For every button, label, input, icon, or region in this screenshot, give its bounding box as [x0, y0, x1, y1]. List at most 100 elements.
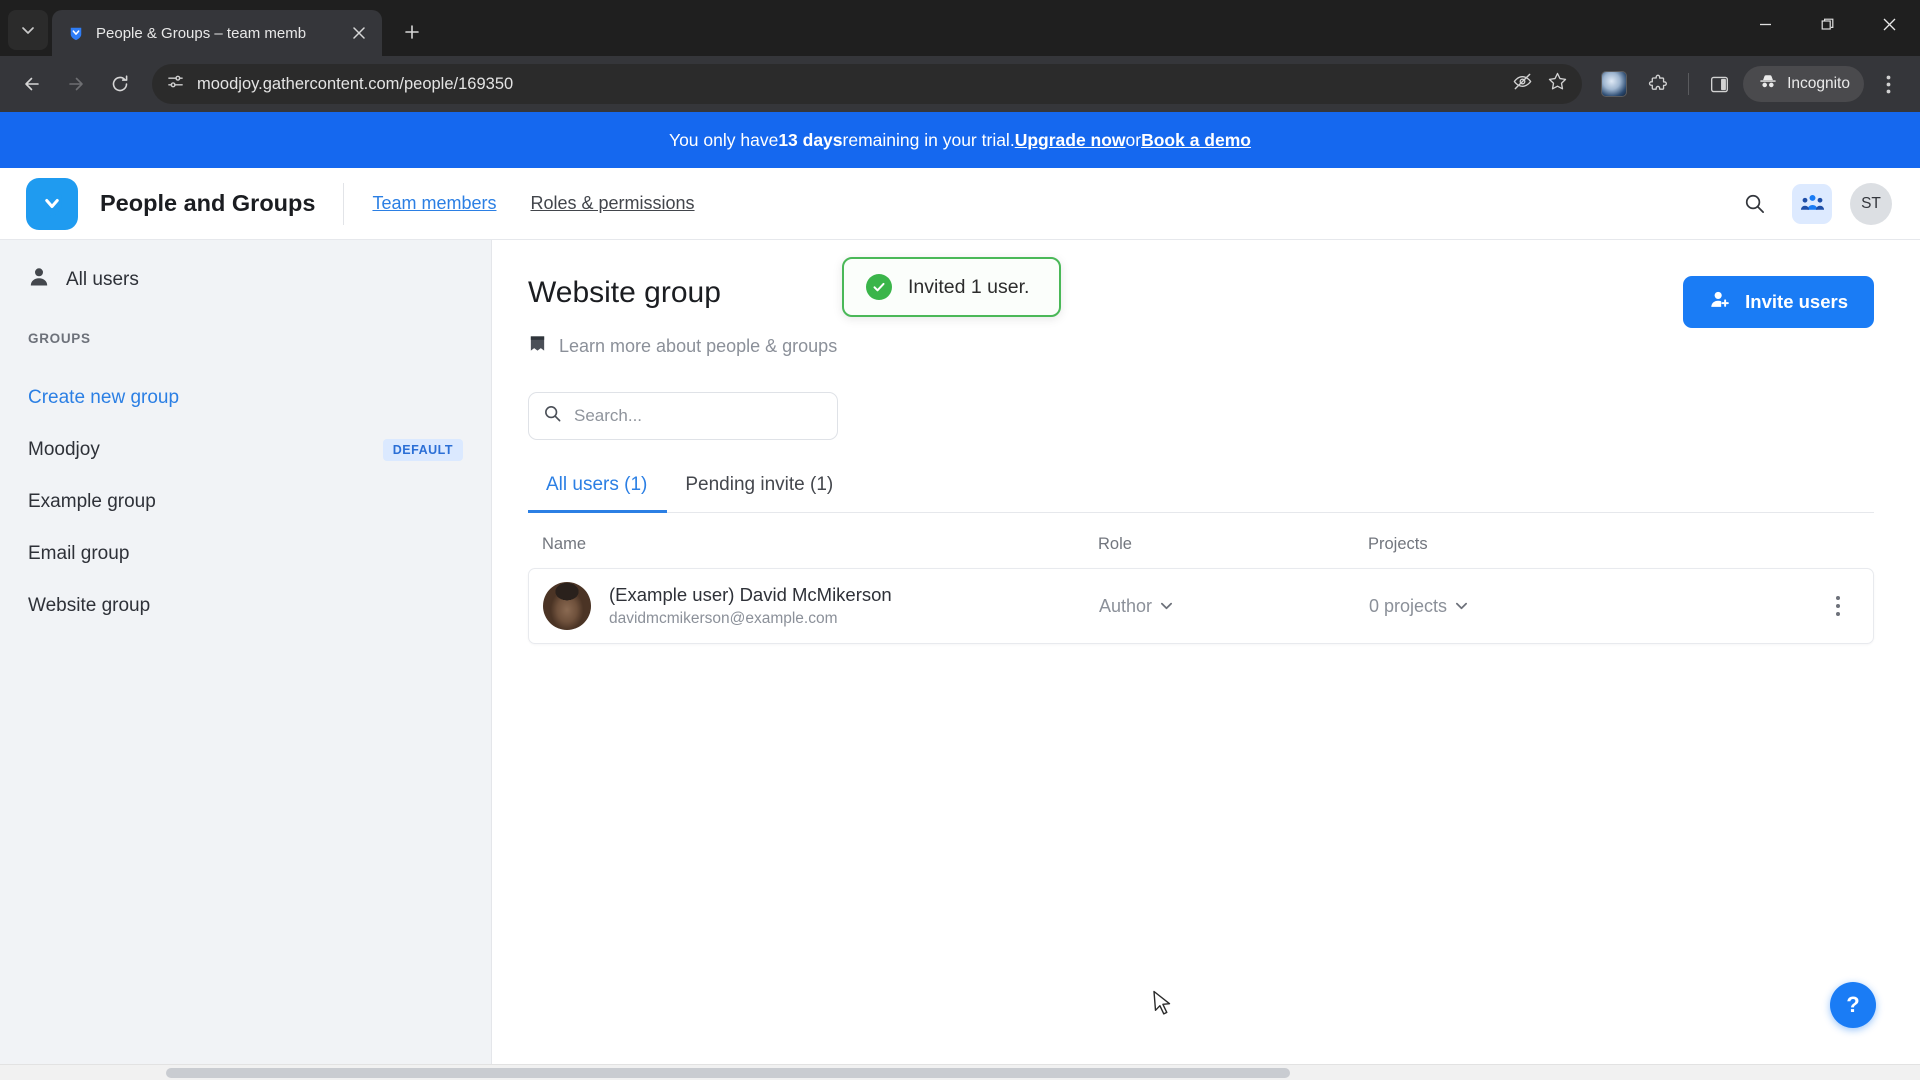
- sidebar-item-email-group[interactable]: Email group: [28, 528, 463, 580]
- sidebar-item-example-group[interactable]: Example group: [28, 476, 463, 528]
- sidebar-groups-heading: GROUPS: [28, 331, 91, 346]
- window-close-icon[interactable]: [1858, 0, 1920, 48]
- kebab-menu-icon[interactable]: [1823, 596, 1853, 616]
- trial-text-before: You only have: [669, 129, 779, 150]
- gathercontent-logo-icon[interactable]: [26, 177, 78, 230]
- site-settings-icon[interactable]: [166, 72, 185, 96]
- chevron-down-icon: [22, 27, 34, 34]
- success-check-icon: [866, 274, 892, 300]
- role-value: Author: [1099, 595, 1153, 616]
- main-header-text: Website group Learn more about people & …: [528, 276, 837, 358]
- back-arrow-icon[interactable]: [12, 64, 52, 104]
- add-person-icon: [1709, 289, 1731, 316]
- trial-days: 13 days: [778, 129, 843, 150]
- column-header-name: Name: [542, 535, 587, 553]
- eye-slash-icon[interactable]: [1512, 71, 1533, 97]
- maximize-icon[interactable]: [1796, 0, 1858, 48]
- nav-team-members[interactable]: Team members: [372, 193, 496, 214]
- window-controls: [1734, 0, 1920, 48]
- sidebar: All users GROUPS Create new group Moodjo…: [0, 240, 492, 1080]
- browser-tab[interactable]: People & Groups – team memb: [52, 10, 382, 56]
- forward-arrow-icon: [56, 64, 96, 104]
- page-title-brand: People and Groups: [100, 190, 316, 216]
- profile-avatar: [1601, 71, 1628, 97]
- book-icon: [528, 334, 547, 358]
- header-actions: ST: [1734, 182, 1892, 225]
- incognito-indicator[interactable]: Incognito: [1743, 66, 1864, 102]
- people-group-icon[interactable]: [1792, 183, 1832, 224]
- sidebar-item-website-group[interactable]: Website group: [28, 580, 463, 632]
- close-icon[interactable]: [346, 20, 372, 46]
- new-tab-button[interactable]: [392, 12, 432, 52]
- horizontal-scrollbar[interactable]: [0, 1064, 1920, 1080]
- profile-avatar-icon[interactable]: [1594, 64, 1634, 104]
- sidebar-group-label: Website group: [28, 595, 151, 616]
- search-icon[interactable]: [1734, 184, 1774, 224]
- status-badge: DEFAULT: [382, 439, 463, 461]
- search-input-wrapper[interactable]: [528, 392, 838, 440]
- content-tabs: All users (1) Pending invite (1): [528, 474, 1874, 513]
- browser-toolbar: moodjoy.gathercontent.com/people/169350: [0, 56, 1920, 112]
- header-nav: Team members Roles & permissions: [372, 193, 694, 214]
- page-title: Website group: [528, 276, 721, 309]
- toast-message: Invited 1 user.: [908, 275, 1030, 298]
- user-email: davidmcmikerson@example.com: [609, 610, 838, 627]
- minimize-icon[interactable]: [1734, 0, 1796, 48]
- role-dropdown[interactable]: Author: [1099, 596, 1369, 617]
- main-header: Website group Learn more about people & …: [528, 276, 1874, 358]
- trial-text-after: remaining in your trial.: [842, 129, 1015, 150]
- nav-roles-permissions[interactable]: Roles & permissions: [530, 193, 694, 214]
- browser-tab-title: People & Groups – team memb: [96, 24, 307, 42]
- address-bar[interactable]: moodjoy.gathercontent.com/people/169350: [152, 64, 1583, 104]
- upgrade-now-link[interactable]: Upgrade now: [1015, 130, 1126, 151]
- extensions-puzzle-icon[interactable]: [1638, 64, 1678, 104]
- table-row[interactable]: (Example user) David McMikerson davidmcm…: [528, 568, 1874, 644]
- sidebar-group-label: Example group: [28, 491, 156, 512]
- incognito-hat-icon: [1757, 71, 1779, 98]
- toast-notification: Invited 1 user.: [842, 257, 1062, 317]
- person-icon: [28, 266, 50, 293]
- reload-icon[interactable]: [100, 64, 140, 104]
- star-icon[interactable]: [1547, 71, 1568, 97]
- chevron-down-icon: [1160, 596, 1173, 617]
- column-header-role: Role: [1098, 535, 1132, 553]
- incognito-label: Incognito: [1787, 75, 1850, 92]
- chevron-down-icon: [1455, 596, 1468, 617]
- search-input[interactable]: [574, 406, 823, 426]
- toolbar-divider: [1688, 73, 1690, 95]
- trial-banner: You only have 13 days remaining in your …: [0, 112, 1920, 168]
- book-a-demo-link[interactable]: Book a demo: [1141, 130, 1251, 151]
- sidebar-item-create-new-group[interactable]: Create new group: [28, 372, 463, 424]
- learn-more-label: Learn more about people & groups: [559, 335, 838, 356]
- projects-value: 0 projects: [1369, 595, 1448, 616]
- scrollbar-thumb[interactable]: [166, 1068, 1290, 1078]
- sidebar-group-label: Moodjoy: [28, 439, 100, 460]
- main-content: Website group Learn more about people & …: [492, 240, 1920, 1080]
- browser-window: People & Groups – team memb moodjoy.gath…: [0, 0, 1920, 1080]
- page-body: All users GROUPS Create new group Moodjo…: [0, 240, 1920, 1080]
- user-name: (Example user) David McMikerson: [609, 584, 892, 605]
- user-identity: (Example user) David McMikerson davidmcm…: [609, 584, 892, 628]
- sidebar-item-moodjoy[interactable]: Moodjoy DEFAULT: [28, 424, 463, 476]
- user-photo-avatar: [543, 582, 591, 630]
- side-panel-icon[interactable]: [1699, 64, 1739, 104]
- tab-pending-invite[interactable]: Pending invite (1): [667, 474, 853, 512]
- web-page: You only have 13 days remaining in your …: [0, 112, 1920, 1080]
- banner-or: or: [1125, 129, 1142, 150]
- invite-users-button[interactable]: Invite users: [1683, 276, 1874, 328]
- sidebar-group-label: Create new group: [28, 387, 180, 408]
- projects-dropdown[interactable]: 0 projects: [1369, 596, 1853, 617]
- cell-name: (Example user) David McMikerson davidmcm…: [543, 582, 1099, 630]
- tab-search-button[interactable]: [8, 10, 48, 50]
- sidebar-item-all-users[interactable]: All users: [28, 266, 463, 293]
- sidebar-all-users-label: All users: [66, 268, 139, 290]
- address-bar-actions: [1512, 71, 1568, 97]
- learn-more-row[interactable]: Learn more about people & groups: [528, 334, 837, 358]
- sidebar-group-label: Email group: [28, 543, 130, 564]
- help-button[interactable]: ?: [1830, 982, 1876, 1028]
- avatar[interactable]: ST: [1850, 182, 1892, 225]
- tab-all-users[interactable]: All users (1): [528, 474, 668, 513]
- address-bar-url: moodjoy.gathercontent.com/people/169350: [197, 74, 514, 93]
- three-dot-menu-icon[interactable]: [1868, 64, 1908, 104]
- header-divider: [343, 182, 345, 225]
